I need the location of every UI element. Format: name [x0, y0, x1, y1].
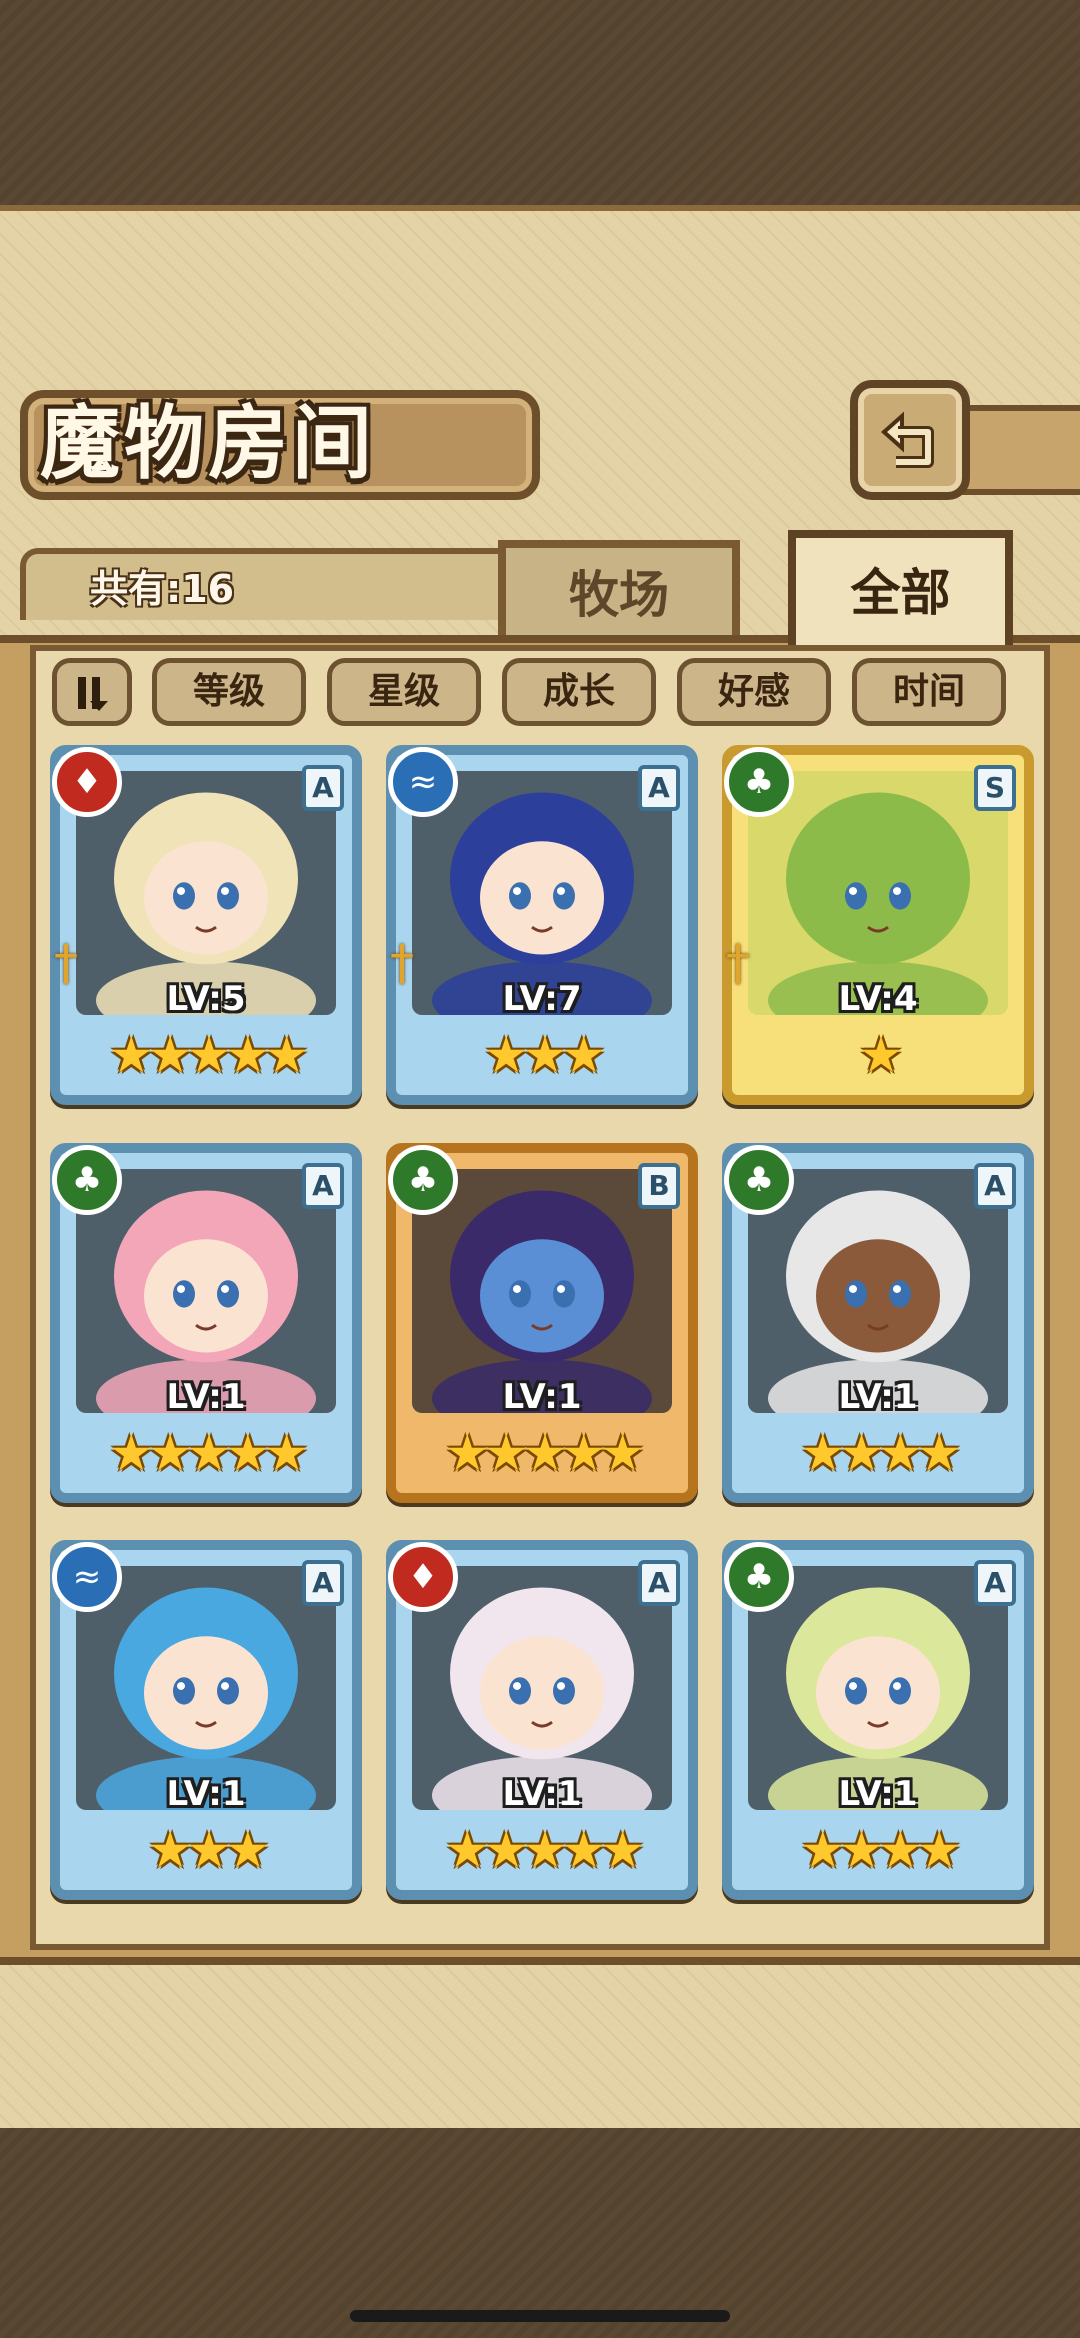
star-icon: ★	[108, 1026, 154, 1084]
star-icon: ★	[916, 1821, 962, 1879]
star-rating: ★★★★★	[396, 1421, 688, 1485]
star-icon: ★	[561, 1026, 606, 1084]
fire-element-icon: ♦	[388, 1542, 458, 1612]
sort-star-button[interactable]: 星级	[327, 658, 481, 726]
star-rating: ★★★	[60, 1818, 352, 1882]
star-icon: ★	[483, 1821, 529, 1879]
star-icon: ★	[600, 1821, 645, 1879]
tab-ranch[interactable]: 牧场	[498, 540, 740, 640]
rank-badge: A	[302, 1560, 344, 1606]
monster-card[interactable]: ≈ A LV:1 ★★★	[50, 1540, 362, 1900]
star-icon: ★	[147, 1821, 193, 1879]
home-indicator	[350, 2310, 730, 2322]
sort-affinity-button[interactable]: 好感	[677, 658, 831, 726]
star-icon: ★	[225, 1026, 270, 1084]
star-icon: ★	[561, 1821, 606, 1879]
top-decor-band	[0, 0, 1080, 210]
star-icon: ★	[264, 1424, 309, 1482]
star-icon: ★	[147, 1424, 193, 1482]
back-button[interactable]	[850, 380, 970, 500]
tab-all[interactable]: 全部	[788, 530, 1013, 645]
star-rating: ★★★★★	[396, 1818, 688, 1882]
star-icon: ★	[186, 1424, 232, 1482]
star-rating: ★★★★★	[60, 1023, 352, 1087]
star-icon: ★	[561, 1424, 606, 1482]
back-arrow-icon	[880, 411, 934, 468]
monster-level: LV:1	[166, 1377, 246, 1417]
monster-card[interactable]: ♣ A LV:1 ★★★★	[722, 1540, 1034, 1900]
monster-card[interactable]: ≈ A † LV:7 ★★★	[386, 745, 698, 1105]
monster-card[interactable]: ♣ A LV:1 ★★★★	[722, 1143, 1034, 1503]
rank-badge: A	[302, 1163, 344, 1209]
star-icon: ★	[264, 1026, 309, 1084]
sort-toggle-button[interactable]	[52, 658, 132, 726]
star-rating: ★★★★★	[60, 1421, 352, 1485]
nature-element-icon: ♣	[388, 1145, 458, 1215]
star-rating: ★★★★	[732, 1818, 1024, 1882]
star-icon: ★	[839, 1821, 884, 1879]
star-icon: ★	[522, 1026, 568, 1084]
rank-badge: S	[974, 765, 1016, 811]
star-icon: ★	[839, 1424, 884, 1482]
monster-card[interactable]: ♣ A LV:1 ★★★★★	[50, 1143, 362, 1503]
star-icon: ★	[878, 1821, 923, 1879]
rank-badge: A	[974, 1163, 1016, 1209]
sort-time-button[interactable]: 时间	[852, 658, 1006, 726]
bottom-decor-band	[0, 2128, 1080, 2338]
star-icon: ★	[483, 1026, 529, 1084]
rank-badge: A	[974, 1560, 1016, 1606]
sort-growth-button[interactable]: 成长	[502, 658, 656, 726]
star-icon: ★	[444, 1424, 490, 1482]
water-element-icon: ≈	[52, 1542, 122, 1612]
star-icon: ★	[483, 1424, 529, 1482]
star-icon: ★	[444, 1821, 490, 1879]
star-icon: ★	[522, 1424, 568, 1482]
star-icon: ★	[186, 1821, 232, 1879]
fire-element-icon: ♦	[52, 747, 122, 817]
star-icon: ★	[878, 1424, 923, 1482]
monster-level: LV:1	[502, 1377, 582, 1417]
star-icon: ★	[225, 1424, 270, 1482]
monster-level: LV:1	[838, 1774, 918, 1814]
star-icon: ★	[858, 1026, 904, 1084]
star-icon: ★	[108, 1424, 154, 1482]
back-button-tail	[960, 405, 1080, 495]
nature-element-icon: ♣	[724, 747, 794, 817]
rank-badge: A	[638, 1560, 680, 1606]
star-rating: ★★★	[396, 1023, 688, 1087]
monster-count: 共有:16	[90, 567, 235, 611]
monster-card[interactable]: ♦ A † LV:5 ★★★★★	[50, 745, 362, 1105]
monster-level: LV:1	[166, 1774, 246, 1814]
star-icon: ★	[147, 1026, 193, 1084]
monster-level: LV:5	[166, 979, 246, 1019]
sort-level-button[interactable]: 等级	[152, 658, 306, 726]
star-icon: ★	[225, 1821, 270, 1879]
star-icon: ★	[600, 1424, 645, 1482]
star-rating: ★★★★	[732, 1421, 1024, 1485]
monster-level: LV:7	[502, 979, 582, 1019]
rank-badge: B	[638, 1163, 680, 1209]
monster-card[interactable]: ♣ S † LV:4 ★	[722, 745, 1034, 1105]
monster-card[interactable]: ♦ A LV:1 ★★★★★	[386, 1540, 698, 1900]
water-element-icon: ≈	[388, 747, 458, 817]
monster-card[interactable]: ♣ B LV:1 ★★★★★	[386, 1143, 698, 1503]
star-icon: ★	[800, 1424, 845, 1482]
page-title: 魔物房间	[40, 396, 376, 490]
monster-level: LV:4	[838, 979, 918, 1019]
star-icon: ★	[916, 1424, 962, 1482]
star-rating: ★	[732, 1023, 1024, 1087]
star-icon: ★	[522, 1821, 568, 1879]
sort-toggle-icon	[78, 677, 108, 711]
nature-element-icon: ♣	[52, 1145, 122, 1215]
nature-element-icon: ♣	[724, 1542, 794, 1612]
star-icon: ★	[800, 1821, 845, 1879]
monster-level: LV:1	[502, 1774, 582, 1814]
rank-badge: A	[302, 765, 344, 811]
star-icon: ★	[186, 1026, 232, 1084]
rank-badge: A	[638, 765, 680, 811]
nature-element-icon: ♣	[724, 1145, 794, 1215]
monster-level: LV:1	[838, 1377, 918, 1417]
